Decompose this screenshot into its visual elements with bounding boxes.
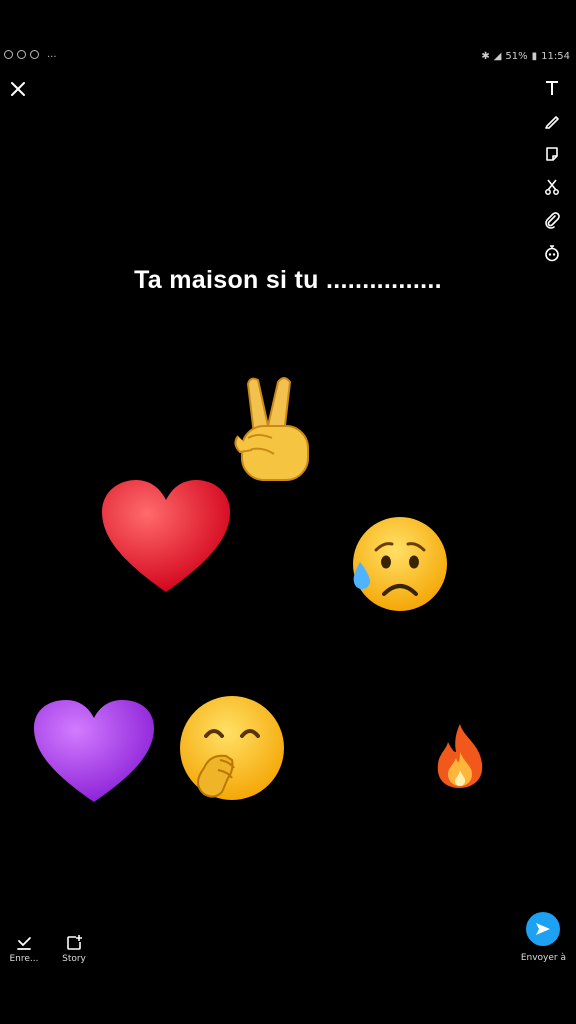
bluetooth-icon: ✱ [481,51,490,62]
timer-icon [545,245,559,262]
bottom-actions: Enre... Story [6,934,92,964]
save-icon [17,937,31,950]
paperclip-icon [545,212,560,229]
add-to-story-button[interactable]: Story [56,934,92,964]
notification-icon [30,50,39,59]
fire-sticker[interactable] [432,722,488,790]
battery-icon: ▮ [531,51,538,62]
send-arrow-icon [536,923,551,935]
text-icon [546,81,558,95]
clock: 11:54 [541,51,570,62]
scissors-icon [545,179,559,195]
victory-hand-sticker[interactable] [228,376,312,484]
notification-icon [17,50,26,59]
status-bar: ... ✱ ◢ 51% ▮ 11:54 [0,0,576,62]
signal-icon: ◢ [493,51,502,62]
more-notifications: ... [47,49,57,60]
add-story-icon [67,935,82,950]
notification-icons: ... [4,49,57,60]
text-tool-button[interactable] [542,78,562,98]
close-icon [11,82,25,96]
close-button[interactable] [9,80,27,98]
notification-icon [4,50,13,59]
sad-relieved-face-sticker[interactable] [346,514,450,614]
timer-tool-button[interactable] [542,243,562,263]
face-with-hand-over-mouth-sticker[interactable] [174,694,286,804]
draw-tool-button[interactable] [542,111,562,131]
send-to-button[interactable]: Envoyer à [521,912,566,963]
sticker-icon [546,147,558,161]
snap-caption[interactable]: Ta maison si tu ................ [0,266,576,295]
send-label: Envoyer à [520,953,566,963]
purple-heart-sticker[interactable] [32,698,156,806]
system-status: ✱ ◢ 51% ▮ 11:54 [481,51,570,62]
save-label: Enre... [9,954,39,964]
save-button[interactable]: Enre... [6,934,42,964]
red-heart-sticker[interactable] [100,478,232,596]
pencil-icon [545,116,559,129]
scissors-tool-button[interactable] [542,177,562,197]
battery-percent: 51% [505,51,528,62]
editor-toolbar [542,78,562,263]
attachment-tool-button[interactable] [542,210,562,230]
sticker-tool-button[interactable] [542,144,562,164]
story-label: Story [62,954,86,964]
send-circle[interactable] [526,912,561,946]
